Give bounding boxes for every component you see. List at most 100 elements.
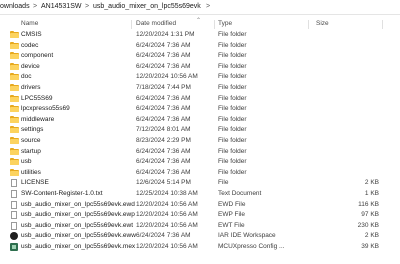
folder-icon [10, 126, 20, 134]
file-date-modified: 12/20/2024 10:56 AM [136, 243, 198, 250]
list-item[interactable]: usb_audio_mixer_on_lpc55s69evk.ewt 12/20/… [0, 221, 400, 231]
file-name: usb_audio_mixer_on_lpc55s69evk.eww [21, 232, 136, 240]
breadcrumb: ownloads > AN14531SW > usb_audio_mixer_o… [0, 0, 400, 15]
folder-icon [10, 137, 20, 145]
folder-icon [10, 84, 20, 92]
file-name: drivers [21, 84, 41, 91]
list-item[interactable]: source 8/23/2024 2:29 PM File folder [0, 136, 400, 146]
file-date-modified: 8/23/2024 2:29 PM [136, 137, 191, 144]
file-date-modified: 6/24/2024 7:36 AM [136, 115, 191, 123]
file-type: File folder [218, 31, 247, 38]
file-type: File folder [218, 73, 247, 81]
folder-icon [10, 41, 20, 50]
file-size: 2 KB [364, 179, 379, 187]
list-item[interactable]: drivers 7/18/2024 7:44 PM File folder [0, 83, 400, 93]
file-size: 230 KB [357, 221, 379, 229]
file-name: CMSIS [21, 31, 42, 38]
file-date-modified: 6/24/2024 7:36 AM [136, 52, 191, 60]
column-divider[interactable] [308, 20, 309, 29]
list-item[interactable]: doc 12/20/2024 10:56 AM File folder [0, 72, 400, 82]
file-date-modified: 12/6/2024 5:14 PM [136, 179, 191, 187]
file-type: File folder [218, 105, 247, 113]
folder-icon [10, 147, 20, 156]
file-type: File folder [218, 168, 247, 176]
column-divider[interactable] [131, 20, 132, 29]
column-divider[interactable] [214, 20, 215, 29]
file-date-modified: 6/24/2024 7:36 AM [136, 168, 191, 176]
file-type: File folder [218, 52, 247, 60]
list-item[interactable]: usb 6/24/2024 7:36 AM File folder [0, 157, 400, 167]
file-date-modified: 6/24/2024 7:36 AM [136, 62, 191, 70]
file-name: LPC55S69 [21, 94, 53, 102]
list-item[interactable]: usb_audio_mixer_on_lpc55s69evk.ewp 12/20/… [0, 210, 400, 220]
breadcrumb-item-current-folder[interactable]: usb_audio_mixer_on_lpc55s69evk [93, 0, 201, 14]
list-item[interactable]: lpcxpresso55s69 6/24/2024 7:36 AM File fol… [0, 104, 400, 114]
breadcrumb-item-downloads[interactable]: ownloads [0, 0, 30, 14]
column-header-type[interactable]: Type [218, 18, 232, 30]
file-date-modified: 12/20/2024 10:56 AM [136, 73, 198, 81]
chevron-up-icon: ⌃ [196, 18, 202, 24]
list-item[interactable]: utilities 6/24/2024 7:36 AM File folder [0, 168, 400, 178]
file-type: Text Document [218, 190, 262, 197]
breadcrumb-separator-icon: > [206, 3, 211, 10]
folder-icon [10, 94, 20, 103]
file-size: 97 KB [361, 211, 379, 219]
file-type: File folder [218, 126, 247, 134]
file-icon [10, 221, 20, 230]
list-item[interactable]: usb_audio_mixer_on_lpc55s69evk.mex 12/20/… [0, 242, 400, 252]
file-date-modified: 6/24/2024 7:36 AM [136, 105, 191, 113]
file-type: File folder [218, 84, 247, 91]
file-type: MCUXpresso Config ... [218, 243, 285, 250]
column-header-name[interactable]: Name [21, 18, 38, 30]
list-item[interactable]: CMSIS 12/20/2024 1:31 PM File folder [0, 30, 400, 40]
file-type: File folder [218, 147, 247, 155]
list-item[interactable]: LICENSE 12/6/2024 5:14 PM File 2 KB [0, 178, 400, 188]
column-divider[interactable] [382, 20, 383, 29]
file-type: File folder [218, 137, 247, 144]
file-name: codec [21, 41, 39, 49]
column-header-size[interactable]: Size [316, 18, 329, 30]
breadcrumb-item-an14531sw[interactable]: AN14531SW [41, 0, 81, 14]
file-type: File folder [218, 62, 247, 70]
list-item[interactable]: LPC55S69 6/24/2024 7:36 AM File folder [0, 94, 400, 104]
file-name: doc [21, 73, 32, 81]
list-item[interactable]: SW-Content-Register-1.0.txt 12/25/2024 10… [0, 189, 400, 199]
file-size: 1 KB [364, 190, 379, 197]
file-date-modified: 6/24/2024 7:36 AM [136, 147, 191, 155]
file-type: File folder [218, 94, 247, 102]
file-type: EWT File [218, 221, 245, 229]
folder-icon [10, 158, 20, 166]
folder-icon [10, 62, 20, 71]
list-item[interactable]: usb_audio_mixer_on_lpc55s69evk.eww 6/24/2… [0, 231, 400, 241]
breadcrumb-separator-icon: > [33, 3, 38, 10]
file-name: source [21, 137, 41, 144]
file-type: File folder [218, 158, 247, 166]
file-name: utilities [21, 168, 41, 176]
file-name: component [21, 52, 54, 60]
iar-workspace-icon [10, 232, 20, 241]
file-name: usb_audio_mixer_on_lpc55s69evk.ewt [21, 221, 134, 229]
list-item[interactable]: startup 6/24/2024 7:36 AM File folder [0, 147, 400, 157]
file-name: middleware [21, 115, 55, 123]
file-name: startup [21, 147, 41, 155]
list-item[interactable]: usb_audio_mixer_on_lpc55s69evk.ewd 12/20/… [0, 200, 400, 210]
file-date-modified: 12/20/2024 1:31 PM [136, 31, 195, 38]
file-size: 39 KB [361, 243, 379, 250]
list-item[interactable]: device 6/24/2024 7:36 AM File folder [0, 62, 400, 72]
file-date-modified: 12/20/2024 10:56 AM [136, 211, 198, 219]
file-name: usb_audio_mixer_on_lpc55s69evk.mex [21, 243, 136, 250]
file-size: 116 KB [358, 200, 379, 208]
column-header-date[interactable]: Date modified [136, 18, 176, 30]
list-item[interactable]: settings 7/12/2024 8:01 AM File folder [0, 125, 400, 135]
file-type: File folder [218, 41, 247, 49]
list-item[interactable]: middleware 6/24/2024 7:36 AM File folder [0, 115, 400, 125]
file-name: usb_audio_mixer_on_lpc55s69evk.ewd [21, 200, 135, 208]
file-name: usb [21, 158, 32, 166]
file-date-modified: 6/24/2024 7:36 AM [136, 232, 191, 240]
file-date-modified: 6/24/2024 7:36 AM [136, 41, 191, 49]
list-item[interactable]: component 6/24/2024 7:36 AM File folder [0, 51, 400, 61]
folder-icon [10, 52, 20, 60]
file-type: IAR IDE Workspace [218, 232, 276, 240]
list-item[interactable]: codec 6/24/2024 7:36 AM File folder [0, 41, 400, 51]
mcuxpresso-config-icon [10, 243, 20, 251]
